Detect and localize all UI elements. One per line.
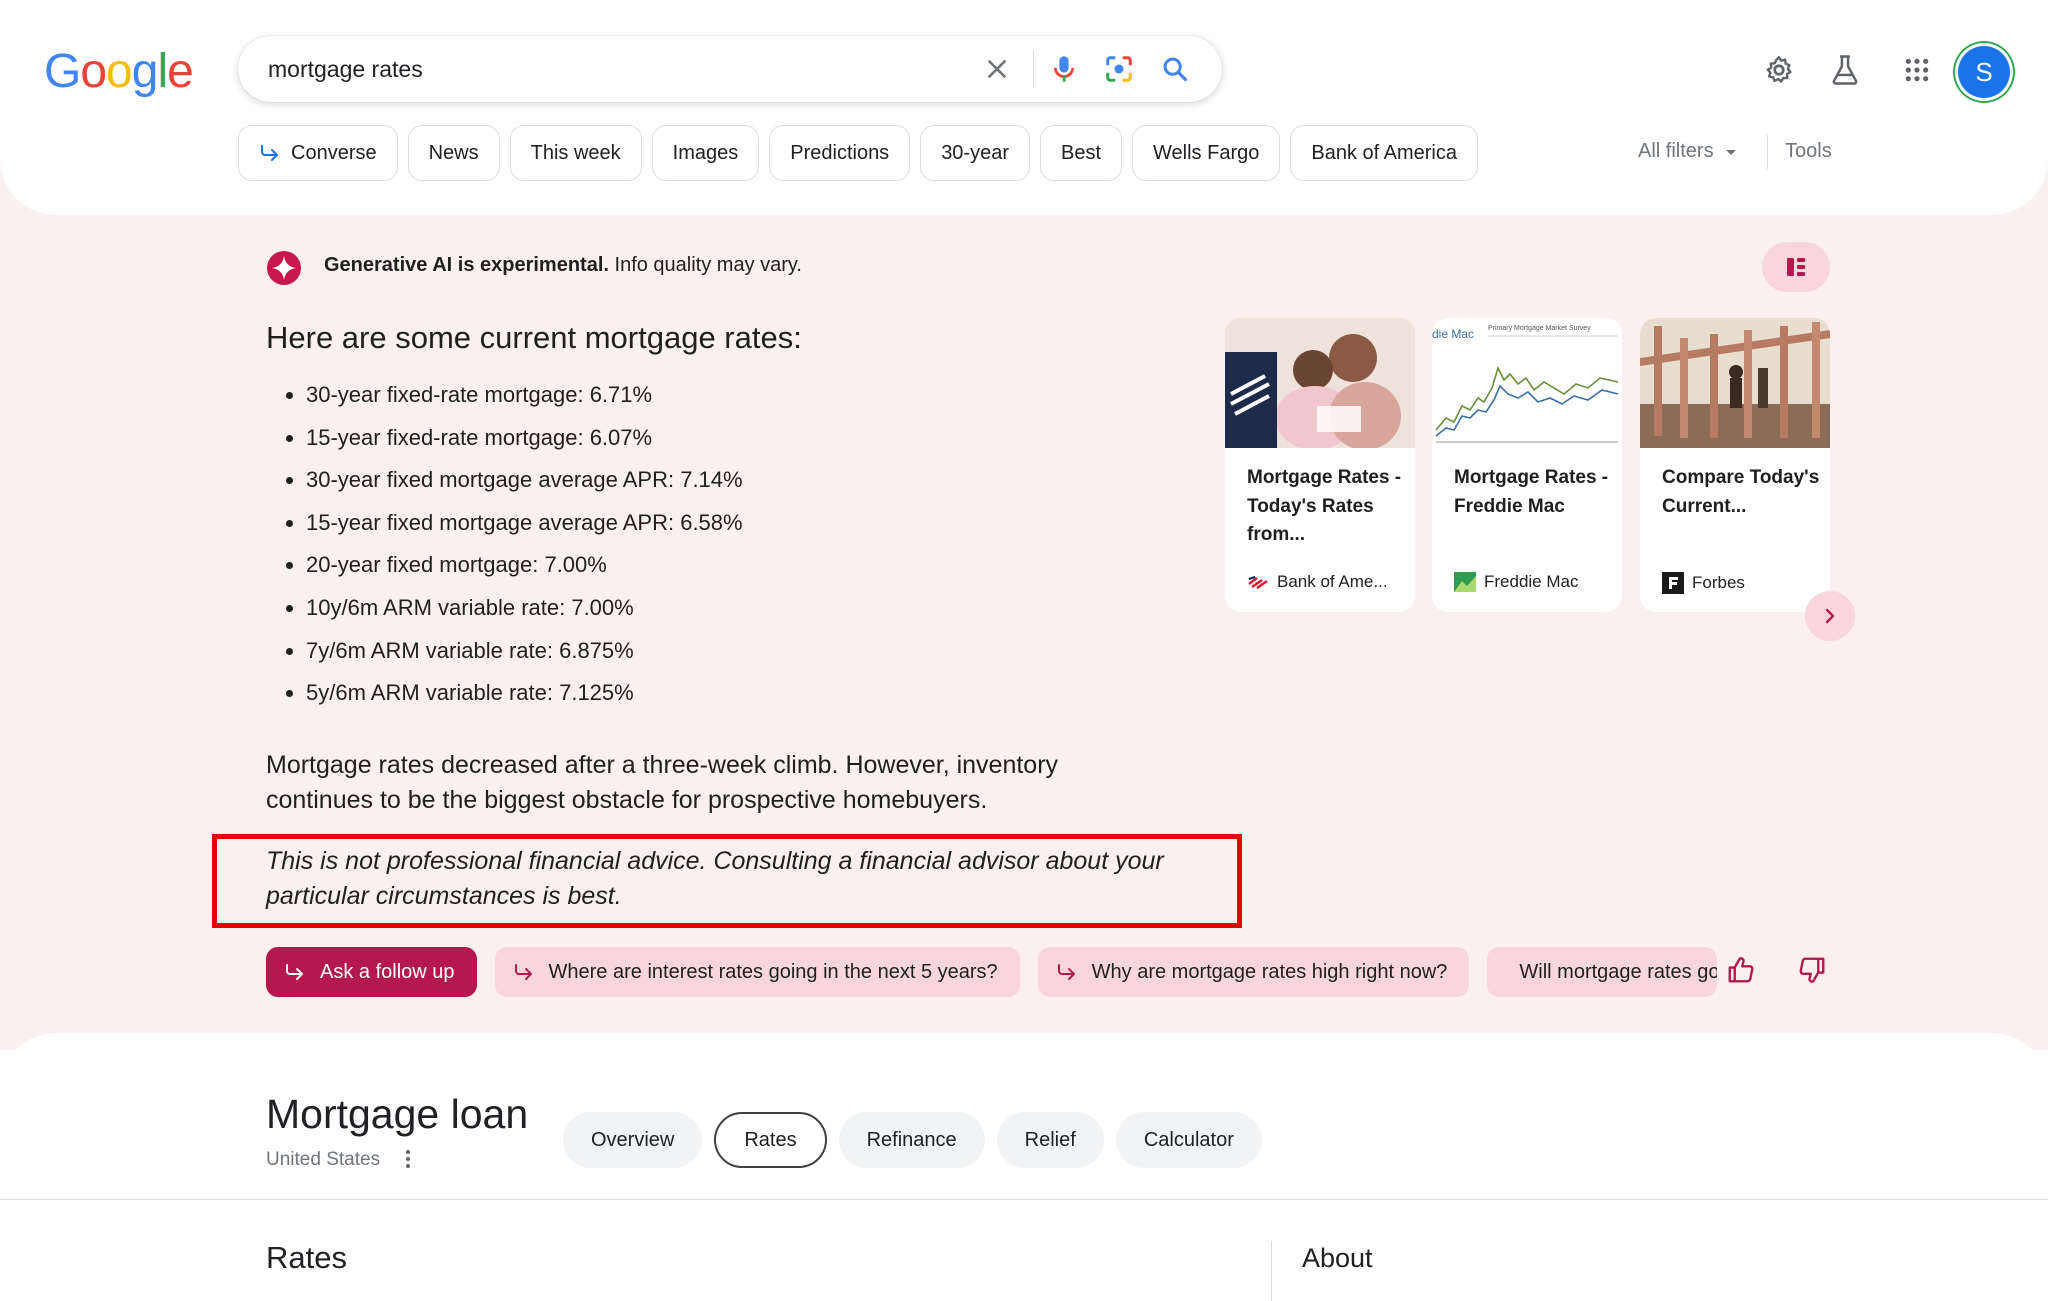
- entity-subtitle: United States: [266, 1149, 380, 1171]
- list-item: 5y/6m ARM variable rate: 7.125%: [306, 672, 743, 715]
- more-options-icon[interactable]: [402, 1147, 414, 1176]
- source-card-freddie-mac[interactable]: die Mac Primary Mortgage Market Survey M…: [1432, 318, 1622, 612]
- tab-refinance[interactable]: Refinance: [839, 1112, 985, 1168]
- card-source-label: Bank of Ame...: [1277, 572, 1388, 592]
- card-source-label: Freddie Mac: [1484, 572, 1578, 592]
- tab-rates[interactable]: Rates: [714, 1112, 826, 1168]
- card-title: Mortgage Rates - Today's Rates from...: [1247, 464, 1405, 550]
- rates-heading: Rates: [266, 1240, 347, 1276]
- tab-calculator[interactable]: Calculator: [1116, 1112, 1262, 1168]
- column-divider: [1271, 1241, 1272, 1301]
- chip-30-year[interactable]: 30-year: [920, 125, 1030, 181]
- reply-arrow-icon: [513, 963, 535, 981]
- chip-news[interactable]: News: [408, 125, 500, 181]
- notice-bold: Generative AI is experimental.: [324, 254, 609, 276]
- financial-advice-disclaimer: This is not professional financial advic…: [266, 844, 1186, 914]
- entity-tabs: Overview Rates Refinance Relief Calculat…: [563, 1112, 1262, 1168]
- chip-converse[interactable]: Converse: [238, 125, 398, 181]
- card-thumbnail: [1225, 318, 1415, 448]
- entity-title: Mortgage loan: [266, 1091, 528, 1138]
- card-title: Compare Today's Current...: [1662, 464, 1820, 521]
- card-source-label: Forbes: [1692, 573, 1745, 593]
- card-thumbnail: die Mac Primary Mortgage Market Survey: [1432, 318, 1622, 448]
- source-card-forbes[interactable]: Compare Today's Current... Forbes: [1640, 318, 1830, 612]
- follow-up-label: Will mortgage rates go down: [1519, 961, 1717, 984]
- list-item: 7y/6m ARM variable rate: 6.875%: [306, 630, 743, 673]
- tab-overview[interactable]: Overview: [563, 1112, 702, 1168]
- list-item: 30-year fixed mortgage average APR: 7.14…: [306, 459, 743, 502]
- card-thumbnail: [1640, 318, 1830, 448]
- list-item: 20-year fixed mortgage: 7.00%: [306, 544, 743, 587]
- card-source: Forbes: [1662, 572, 1745, 594]
- tab-relief[interactable]: Relief: [997, 1112, 1104, 1168]
- follow-up-label: Ask a follow up: [320, 961, 455, 984]
- lens-icon[interactable]: [1101, 51, 1137, 87]
- list-item: 15-year fixed-rate mortgage: 6.07%: [306, 417, 743, 460]
- ask-follow-up-button[interactable]: Ask a follow up: [266, 947, 477, 997]
- follow-up-label: Where are interest rates going in the ne…: [549, 961, 998, 984]
- microphone-icon[interactable]: [1046, 51, 1082, 87]
- freddie-mac-logo-icon: [1454, 572, 1476, 592]
- list-item: 15-year fixed mortgage average APR: 6.58…: [306, 502, 743, 545]
- svg-text:die Mac: die Mac: [1432, 327, 1474, 341]
- search-filter-chips: Converse News This week Images Predictio…: [238, 125, 1478, 181]
- chevron-right-icon: [1821, 607, 1839, 625]
- tools-button[interactable]: Tools: [1785, 140, 1832, 163]
- svg-text:Primary Mortgage Market Survey: Primary Mortgage Market Survey: [1488, 325, 1591, 332]
- list-item: 30-year fixed-rate mortgage: 6.71%: [306, 374, 743, 417]
- follow-up-question-1[interactable]: Where are interest rates going in the ne…: [495, 947, 1020, 997]
- mortgage-loan-panel: Mortgage loan United States Overview Rat…: [0, 1033, 2048, 1280]
- all-filters-label: All filters: [1638, 140, 1714, 163]
- reply-arrow-icon: [1056, 963, 1078, 981]
- all-filters-button[interactable]: All filters: [1638, 140, 1738, 163]
- ai-summary-paragraph: Mortgage rates decreased after a three-w…: [266, 748, 1126, 818]
- ai-overview-panel: Generative AI is experimental. Info qual…: [0, 150, 2048, 1050]
- search-divider: [1033, 50, 1034, 88]
- thumbs-up-icon[interactable]: [1726, 955, 1756, 990]
- ai-heading: Here are some current mortgage rates:: [266, 320, 802, 356]
- labs-flask-icon[interactable]: [1823, 48, 1867, 92]
- follow-up-question-3[interactable]: Will mortgage rates go down: [1487, 947, 1717, 997]
- filters-divider: [1767, 135, 1768, 169]
- gemini-sparkle-icon: [266, 250, 302, 291]
- settings-gear-icon[interactable]: [1757, 48, 1801, 92]
- chip-wells-fargo[interactable]: Wells Fargo: [1132, 125, 1280, 181]
- card-title: Mortgage Rates - Freddie Mac: [1454, 464, 1612, 521]
- reply-arrow-icon: [259, 144, 281, 162]
- chip-best[interactable]: Best: [1040, 125, 1122, 181]
- thumbs-down-icon[interactable]: [1797, 955, 1827, 990]
- clear-icon[interactable]: [979, 51, 1015, 87]
- bank-of-america-logo-icon: [1247, 575, 1269, 589]
- about-heading: About: [1302, 1243, 1373, 1274]
- follow-up-question-2[interactable]: Why are mortgage rates high right now?: [1038, 947, 1470, 997]
- search-input[interactable]: mortgage rates: [268, 56, 423, 83]
- forbes-logo-icon: [1662, 572, 1684, 594]
- chip-images[interactable]: Images: [652, 125, 760, 181]
- section-divider: [0, 1199, 2048, 1200]
- list-item: 10y/6m ARM variable rate: 7.00%: [306, 587, 743, 630]
- chip-this-week[interactable]: This week: [510, 125, 642, 181]
- layout-toggle-button[interactable]: [1762, 242, 1830, 292]
- search-box[interactable]: mortgage rates: [238, 36, 1222, 102]
- mortgage-rates-list: 30-year fixed-rate mortgage: 6.71% 15-ye…: [266, 374, 743, 715]
- account-avatar[interactable]: S: [1958, 46, 2010, 98]
- google-logo[interactable]: Google: [44, 44, 193, 99]
- card-source: Freddie Mac: [1454, 572, 1578, 592]
- chip-label: Converse: [291, 142, 377, 165]
- notice-rest: Info quality may vary.: [609, 254, 802, 276]
- search-icon[interactable]: [1157, 51, 1193, 87]
- layout-icon: [1785, 256, 1807, 278]
- card-source: Bank of Ame...: [1247, 572, 1388, 592]
- search-header: Google mortgage rates S Converse News Th…: [0, 0, 2048, 215]
- cards-next-button[interactable]: [1805, 591, 1855, 641]
- apps-grid-icon[interactable]: [1895, 48, 1939, 92]
- source-card-bank-of-america[interactable]: Mortgage Rates - Today's Rates from... B…: [1225, 318, 1415, 612]
- follow-up-suggestions: Ask a follow up Where are interest rates…: [266, 947, 1717, 997]
- chip-bank-of-america[interactable]: Bank of America: [1290, 125, 1478, 181]
- chip-predictions[interactable]: Predictions: [769, 125, 910, 181]
- ai-experimental-notice: Generative AI is experimental. Info qual…: [324, 254, 802, 277]
- dropdown-caret-icon: [1724, 147, 1738, 157]
- follow-up-label: Why are mortgage rates high right now?: [1092, 961, 1448, 984]
- reply-arrow-icon: [284, 963, 306, 981]
